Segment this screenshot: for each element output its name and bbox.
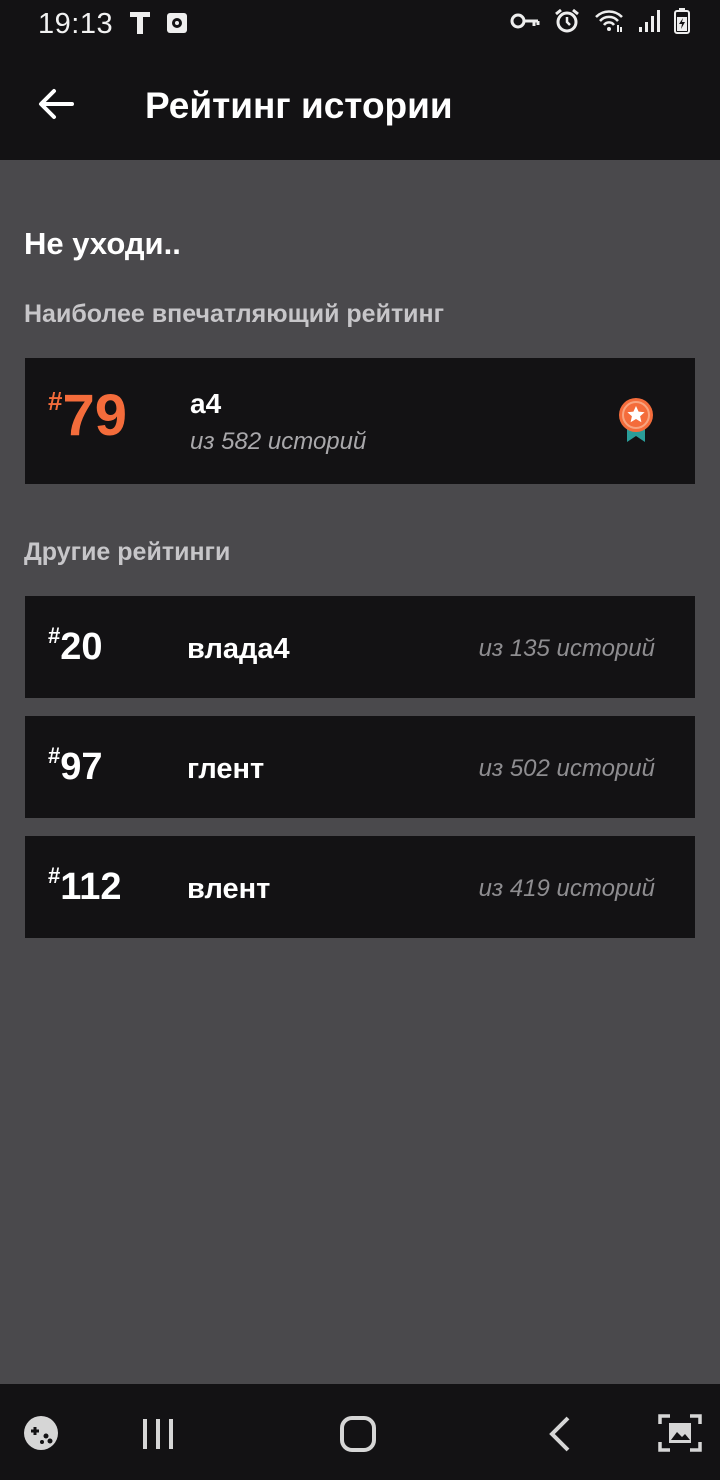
story-count: из 419 историй — [478, 875, 655, 902]
rank: #112 — [48, 865, 122, 909]
status-bar: 19:13 — [0, 0, 720, 50]
rating-card[interactable]: #112 влент из 419 историй — [25, 836, 695, 938]
alarm-icon — [554, 8, 580, 39]
best-story-name: а4 — [190, 388, 222, 419]
home-icon[interactable] — [340, 1416, 376, 1457]
other-ratings-label: Другие рейтинги — [24, 538, 231, 566]
rank: #20 — [48, 625, 103, 669]
rating-card[interactable]: #20 влада4 из 135 историй — [25, 596, 695, 698]
rating-card[interactable]: #97 глент из 502 историй — [25, 716, 695, 818]
best-rating-label: Наиболее впечатляющий рейтинг — [24, 300, 445, 328]
status-time: 19:13 — [38, 8, 114, 40]
wifi-icon — [594, 9, 624, 38]
rank-number: 112 — [60, 866, 122, 908]
story-count: из 502 историй — [478, 755, 655, 782]
best-story-count: из 582 историй — [190, 428, 367, 455]
game-launcher-icon[interactable] — [22, 1414, 60, 1457]
best-rating-card[interactable]: #79 а4 из 582 историй — [25, 358, 695, 484]
rank-number: 79 — [62, 383, 127, 448]
recent-apps-icon[interactable] — [140, 1417, 176, 1456]
rank-number: 97 — [60, 746, 103, 788]
rank-number: 20 — [60, 626, 103, 668]
status-icons — [510, 8, 690, 39]
rank-hash: # — [48, 623, 61, 648]
nav-bar — [0, 1384, 720, 1480]
best-rank: #79 — [48, 386, 127, 446]
signal-icon — [638, 9, 660, 38]
arrow-left-icon — [38, 88, 74, 125]
battery-icon — [674, 8, 690, 39]
t-app-icon — [128, 9, 152, 42]
photo-app-icon — [165, 9, 189, 42]
app-bar: Рейтинг истории — [0, 50, 720, 160]
back-icon[interactable] — [548, 1416, 572, 1457]
story-name: глент — [187, 753, 265, 785]
story-name: влент — [187, 873, 271, 905]
story-count: из 135 историй — [478, 635, 655, 662]
vpn-key-icon — [510, 11, 540, 36]
story-name: влада4 — [187, 633, 290, 665]
rank: #97 — [48, 745, 103, 789]
rank-hash: # — [48, 386, 63, 416]
heading: Не уходи.. — [24, 226, 181, 261]
star-medal-icon — [617, 396, 655, 449]
screenshot-icon[interactable] — [658, 1414, 702, 1457]
back-button[interactable] — [30, 80, 82, 132]
rank-hash: # — [48, 863, 61, 888]
page-title: Рейтинг истории — [145, 85, 453, 126]
rank-hash: # — [48, 743, 61, 768]
